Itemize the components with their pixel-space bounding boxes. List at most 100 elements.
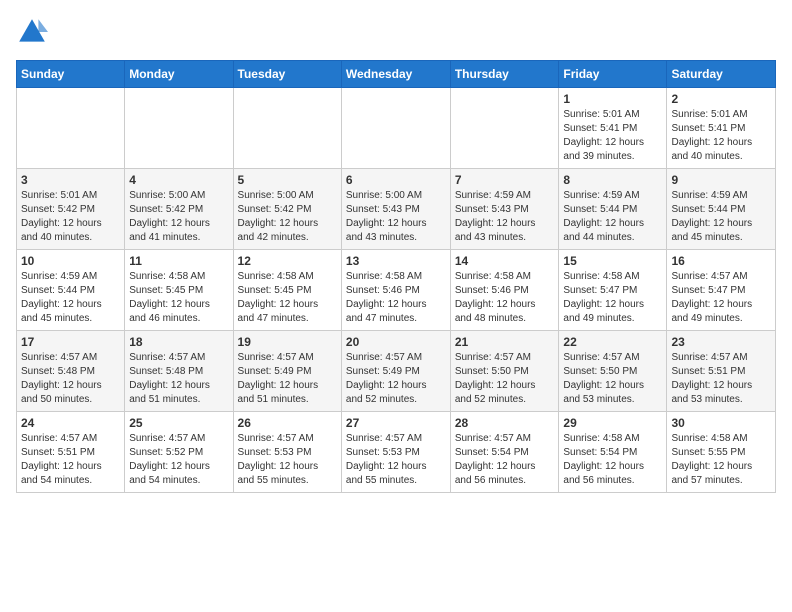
- calendar-cell: 18 Sunrise: 4:57 AM Sunset: 5:48 PM Dayli…: [125, 331, 233, 412]
- day-number: 29: [563, 416, 662, 430]
- calendar-cell: 8 Sunrise: 4:59 AM Sunset: 5:44 PM Daylig…: [559, 169, 667, 250]
- calendar-cell: 13Sunrise: 4:58 AM Sunset: 5:46 PM Dayli…: [341, 250, 450, 331]
- day-number: 2: [671, 92, 771, 106]
- day-info: Sunrise: 4:58 AM Sunset: 5:45 PM Dayligh…: [238, 270, 337, 326]
- calendar-cell: 17Sunrise: 4:57 AM Sunset: 5:48 PM Dayli…: [17, 331, 125, 412]
- day-info: Sunrise: 4:57 AM Sunset: 5:53 PM Dayligh…: [238, 432, 337, 488]
- day-info: Sunrise: 4:58 AM Sunset: 5:47 PM Dayligh…: [563, 270, 662, 326]
- day-info: Sunrise: 4:57 AM Sunset: 5:52 PM Dayligh…: [129, 432, 228, 488]
- day-info: Sunrise: 4:59 AM Sunset: 5:44 PM Dayligh…: [671, 189, 771, 245]
- day-info: Sunrise: 4:57 AM Sunset: 5:50 PM Dayligh…: [563, 351, 662, 407]
- day-number: 3: [21, 173, 120, 187]
- calendar-cell: 21 Sunrise: 4:57 AM Sunset: 5:50 PM Dayli…: [450, 331, 559, 412]
- day-number: 14: [455, 254, 555, 268]
- day-number: 20: [346, 335, 446, 349]
- day-number: 4: [129, 173, 228, 187]
- day-info: Sunrise: 4:58 AM Sunset: 5:54 PM Dayligh…: [563, 432, 662, 488]
- day-number: 27: [346, 416, 446, 430]
- day-info: Sunrise: 4:59 AM Sunset: 5:44 PM Dayligh…: [563, 189, 662, 245]
- day-number: 21: [455, 335, 555, 349]
- day-info: Sunrise: 4:57 AM Sunset: 5:47 PM Dayligh…: [671, 270, 771, 326]
- day-number: 18: [129, 335, 228, 349]
- day-number: 9: [671, 173, 771, 187]
- day-info: Sunrise: 5:01 AM Sunset: 5:42 PM Dayligh…: [21, 189, 120, 245]
- calendar-week-1: 1 Sunrise: 5:01 AM Sunset: 5:41 PM Daylig…: [17, 88, 776, 169]
- page-header: [16, 16, 776, 48]
- calendar-week-5: 24 Sunrise: 4:57 AM Sunset: 5:51 PM Dayli…: [17, 412, 776, 493]
- calendar-cell: 15 Sunrise: 4:58 AM Sunset: 5:47 PM Dayli…: [559, 250, 667, 331]
- calendar-cell: 10Sunrise: 4:59 AM Sunset: 5:44 PM Dayli…: [17, 250, 125, 331]
- calendar-cell: 7 Sunrise: 4:59 AM Sunset: 5:43 PM Daylig…: [450, 169, 559, 250]
- day-info: Sunrise: 4:58 AM Sunset: 5:46 PM Dayligh…: [346, 270, 446, 326]
- day-number: 15: [563, 254, 662, 268]
- calendar-week-4: 17 Sunrise: 4:57 AM Sunset: 5:48 PM Dayli…: [17, 331, 776, 412]
- day-number: 5: [238, 173, 337, 187]
- day-info: Sunrise: 4:57 AM Sunset: 5:51 PM Dayligh…: [21, 432, 120, 488]
- day-number: 26: [238, 416, 337, 430]
- day-number: 24: [21, 416, 120, 430]
- day-info: Sunrise: 5:00 AM Sunset: 5:42 PM Dayligh…: [238, 189, 337, 245]
- calendar-cell: 6Sunrise: 5:00 AM Sunset: 5:43 PM Daylig…: [341, 169, 450, 250]
- day-number: 16: [671, 254, 771, 268]
- calendar-cell: 14 Sunrise: 4:58 AM Sunset: 5:46 PM Dayli…: [450, 250, 559, 331]
- calendar-cell: 28Sunrise: 4:57 AM Sunset: 5:54 PM Dayli…: [450, 412, 559, 493]
- weekday-header-sunday: Sunday: [17, 61, 125, 88]
- calendar-cell: 22 Sunrise: 4:57 AM Sunset: 5:50 PM Dayli…: [559, 331, 667, 412]
- calendar-cell: [125, 88, 233, 169]
- day-info: Sunrise: 4:57 AM Sunset: 5:50 PM Dayligh…: [455, 351, 555, 407]
- day-info: Sunrise: 5:00 AM Sunset: 5:42 PM Dayligh…: [129, 189, 228, 245]
- calendar-table: SundayMondayTuesdayWednesdayThursdayFrid…: [16, 60, 776, 493]
- calendar-cell: 9 Sunrise: 4:59 AM Sunset: 5:44 PM Daylig…: [667, 169, 776, 250]
- calendar-cell: 19 Sunrise: 4:57 AM Sunset: 5:49 PM Dayli…: [233, 331, 341, 412]
- day-number: 25: [129, 416, 228, 430]
- day-number: 8: [563, 173, 662, 187]
- day-info: Sunrise: 5:00 AM Sunset: 5:43 PM Dayligh…: [346, 189, 446, 245]
- calendar-cell: [17, 88, 125, 169]
- day-number: 11: [129, 254, 228, 268]
- day-number: 22: [563, 335, 662, 349]
- day-info: Sunrise: 4:59 AM Sunset: 5:44 PM Dayligh…: [21, 270, 120, 326]
- calendar-cell: 16 Sunrise: 4:57 AM Sunset: 5:47 PM Dayli…: [667, 250, 776, 331]
- weekday-header-friday: Friday: [559, 61, 667, 88]
- day-info: Sunrise: 4:57 AM Sunset: 5:54 PM Dayligh…: [455, 432, 555, 488]
- calendar-cell: 26 Sunrise: 4:57 AM Sunset: 5:53 PM Dayli…: [233, 412, 341, 493]
- day-info: Sunrise: 4:57 AM Sunset: 5:51 PM Dayligh…: [671, 351, 771, 407]
- calendar-header-row: SundayMondayTuesdayWednesdayThursdayFrid…: [17, 61, 776, 88]
- day-number: 7: [455, 173, 555, 187]
- weekday-header-monday: Monday: [125, 61, 233, 88]
- calendar-week-2: 3 Sunrise: 5:01 AM Sunset: 5:42 PM Daylig…: [17, 169, 776, 250]
- calendar-cell: 12Sunrise: 4:58 AM Sunset: 5:45 PM Dayli…: [233, 250, 341, 331]
- calendar-cell: 11 Sunrise: 4:58 AM Sunset: 5:45 PM Dayli…: [125, 250, 233, 331]
- calendar-cell: 23 Sunrise: 4:57 AM Sunset: 5:51 PM Dayli…: [667, 331, 776, 412]
- calendar-cell: 3 Sunrise: 5:01 AM Sunset: 5:42 PM Daylig…: [17, 169, 125, 250]
- weekday-header-thursday: Thursday: [450, 61, 559, 88]
- calendar-cell: 27 Sunrise: 4:57 AM Sunset: 5:53 PM Dayli…: [341, 412, 450, 493]
- day-number: 1: [563, 92, 662, 106]
- calendar-cell: [450, 88, 559, 169]
- day-number: 19: [238, 335, 337, 349]
- logo-icon: [16, 16, 48, 48]
- calendar-week-3: 10Sunrise: 4:59 AM Sunset: 5:44 PM Dayli…: [17, 250, 776, 331]
- weekday-header-tuesday: Tuesday: [233, 61, 341, 88]
- calendar-cell: 30Sunrise: 4:58 AM Sunset: 5:55 PM Dayli…: [667, 412, 776, 493]
- logo: [16, 16, 52, 48]
- day-info: Sunrise: 4:57 AM Sunset: 5:48 PM Dayligh…: [129, 351, 228, 407]
- day-info: Sunrise: 4:58 AM Sunset: 5:46 PM Dayligh…: [455, 270, 555, 326]
- calendar-cell: 5 Sunrise: 5:00 AM Sunset: 5:42 PM Daylig…: [233, 169, 341, 250]
- day-number: 23: [671, 335, 771, 349]
- day-info: Sunrise: 5:01 AM Sunset: 5:41 PM Dayligh…: [671, 108, 771, 164]
- day-info: Sunrise: 4:58 AM Sunset: 5:45 PM Dayligh…: [129, 270, 228, 326]
- day-info: Sunrise: 4:57 AM Sunset: 5:49 PM Dayligh…: [346, 351, 446, 407]
- weekday-header-wednesday: Wednesday: [341, 61, 450, 88]
- calendar-cell: 29 Sunrise: 4:58 AM Sunset: 5:54 PM Dayli…: [559, 412, 667, 493]
- day-info: Sunrise: 4:57 AM Sunset: 5:49 PM Dayligh…: [238, 351, 337, 407]
- day-info: Sunrise: 4:57 AM Sunset: 5:53 PM Dayligh…: [346, 432, 446, 488]
- calendar-body: 1 Sunrise: 5:01 AM Sunset: 5:41 PM Daylig…: [17, 88, 776, 493]
- day-info: Sunrise: 4:59 AM Sunset: 5:43 PM Dayligh…: [455, 189, 555, 245]
- day-info: Sunrise: 4:58 AM Sunset: 5:55 PM Dayligh…: [671, 432, 771, 488]
- weekday-header-saturday: Saturday: [667, 61, 776, 88]
- day-info: Sunrise: 5:01 AM Sunset: 5:41 PM Dayligh…: [563, 108, 662, 164]
- calendar-cell: 24 Sunrise: 4:57 AM Sunset: 5:51 PM Dayli…: [17, 412, 125, 493]
- day-number: 17: [21, 335, 120, 349]
- calendar-cell: [233, 88, 341, 169]
